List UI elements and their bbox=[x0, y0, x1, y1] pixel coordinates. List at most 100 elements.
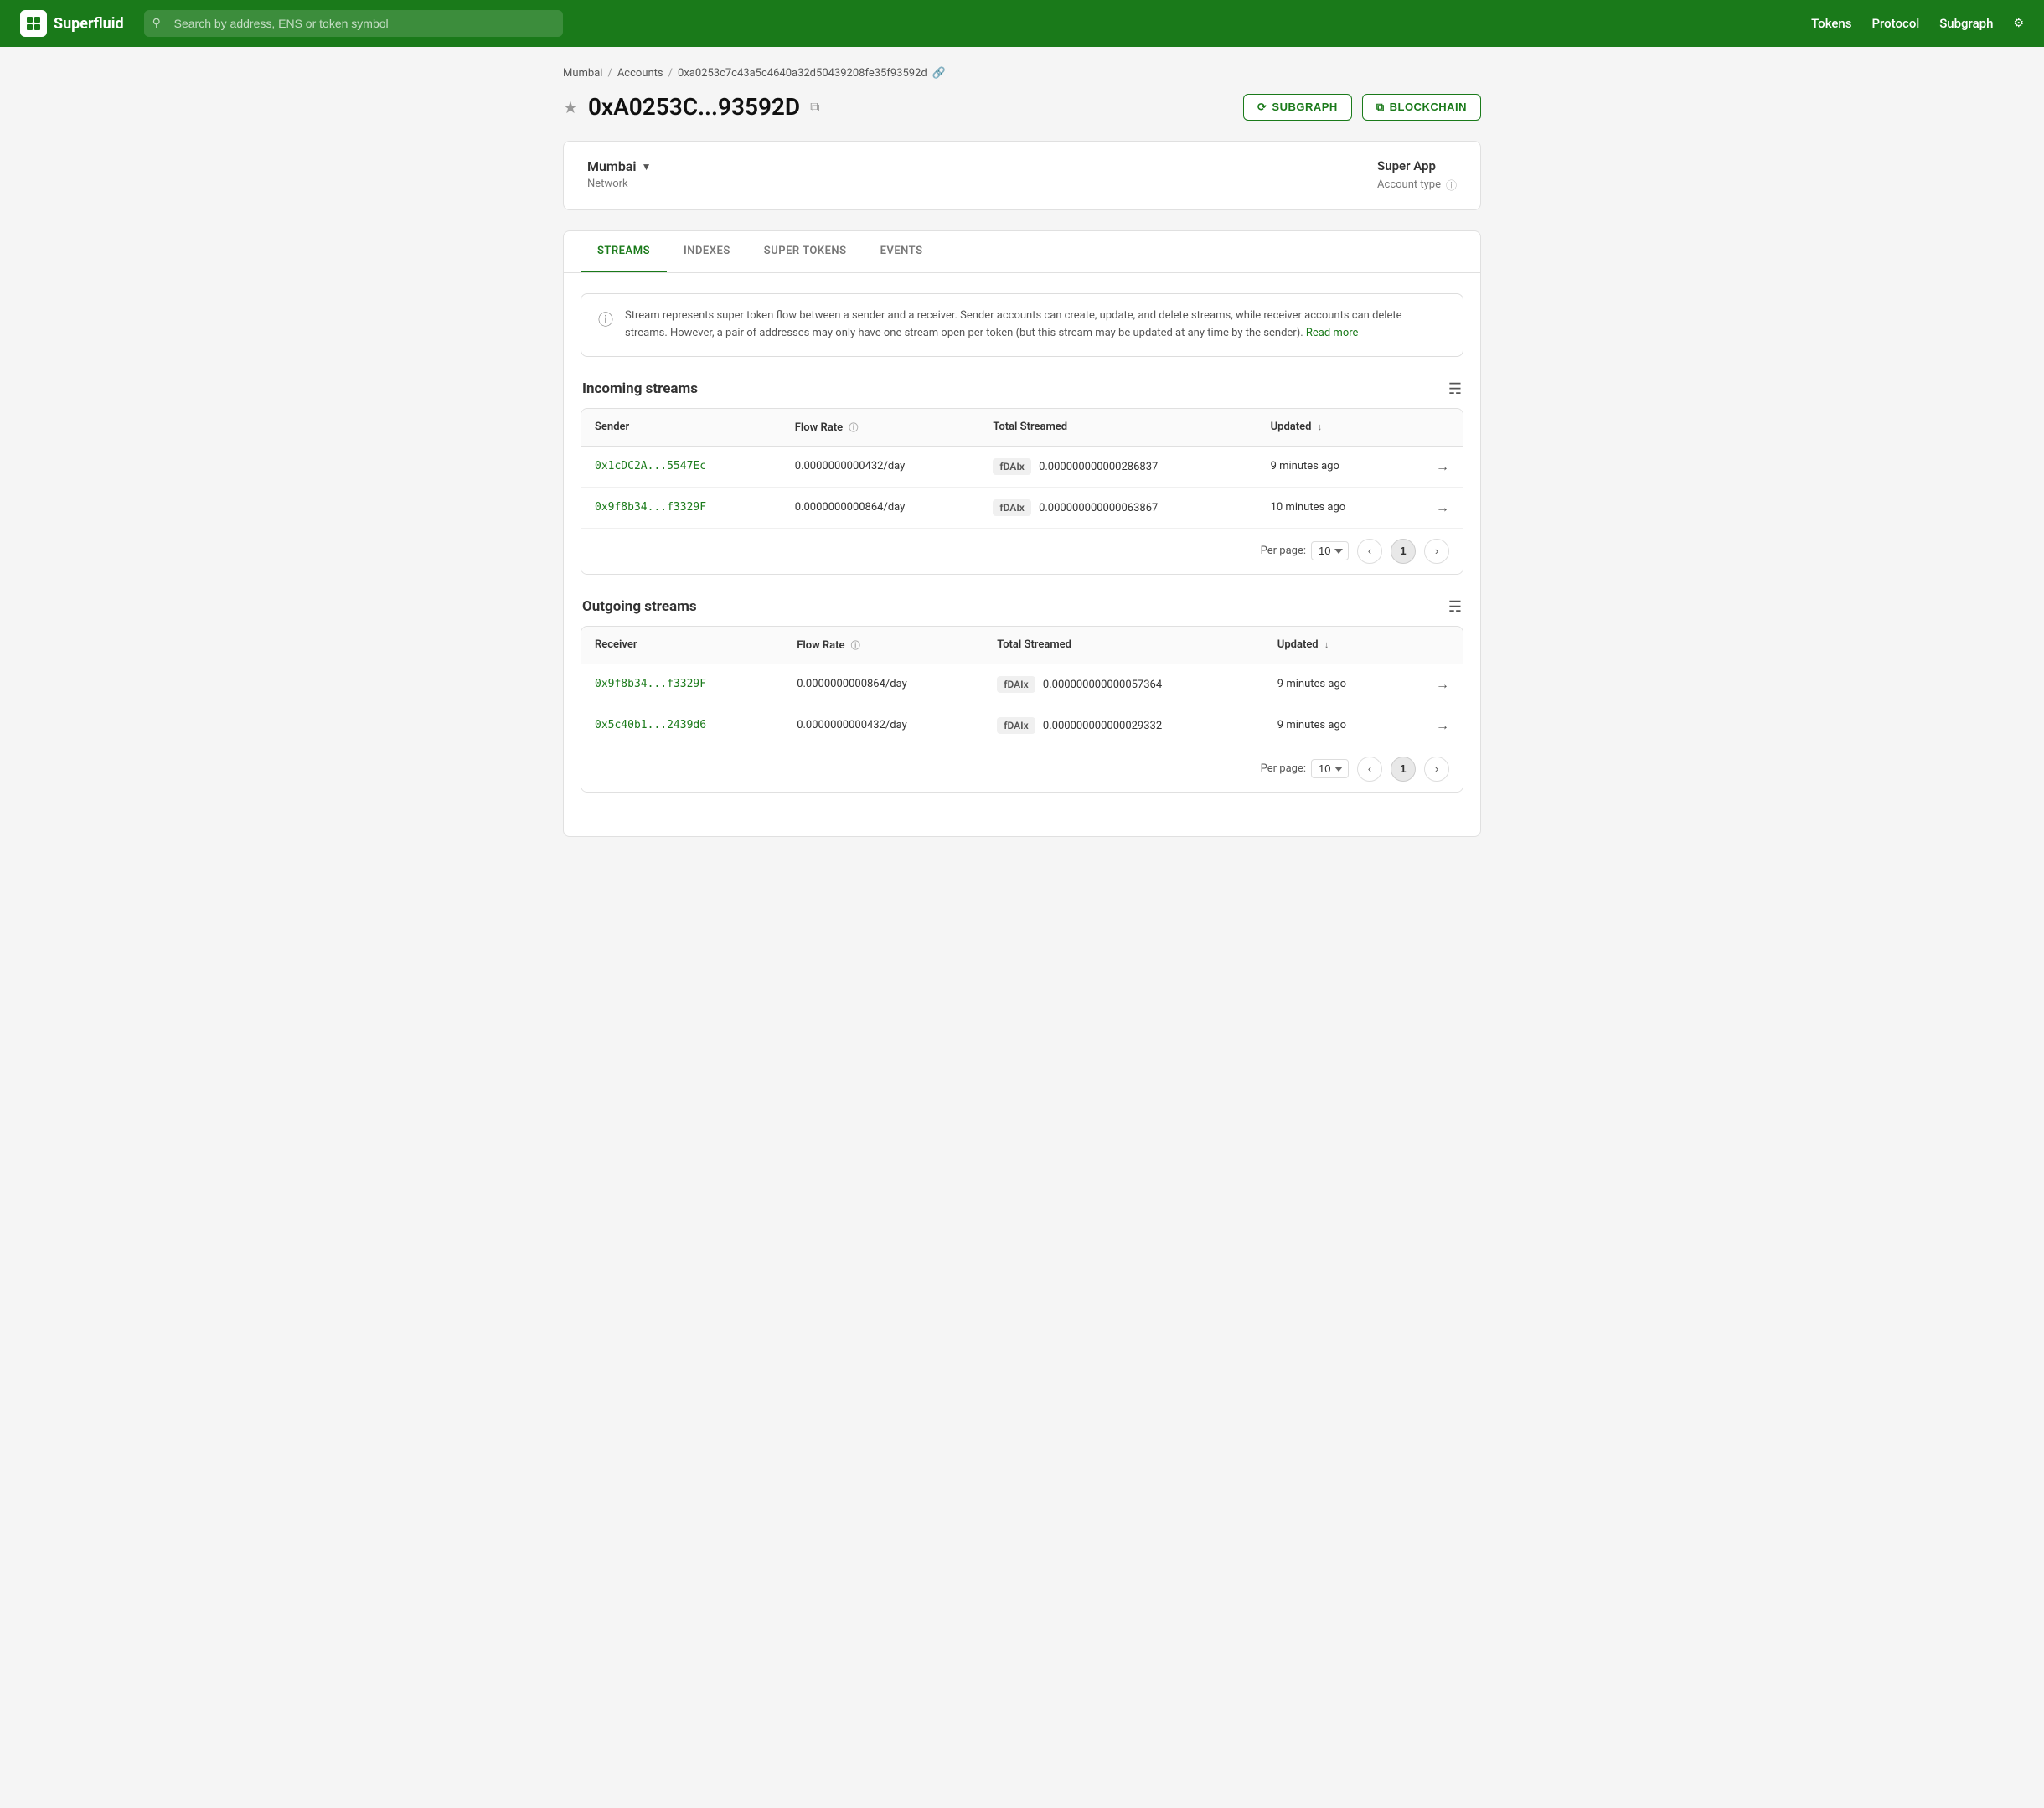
tab-super-tokens[interactable]: SUPER TOKENS bbox=[747, 231, 864, 272]
tabs-container: STREAMS INDEXES SUPER TOKENS EVENTS ⓘ St… bbox=[563, 230, 1481, 837]
tab-indexes[interactable]: INDEXES bbox=[667, 231, 747, 272]
outgoing-receiver-link-0[interactable]: 0x9f8b34...f3329F bbox=[595, 678, 706, 690]
outgoing-token-badge-0: fDAIx bbox=[997, 676, 1035, 693]
network-card: Mumbai ▼ Network Super App Account type … bbox=[563, 141, 1481, 210]
page-title-row: ★ 0xA0253C...93592D ⧉ ⟳ SUBGRAPH ⧉ BLOCK… bbox=[563, 93, 1481, 121]
external-link-icon: ⧉ bbox=[1376, 101, 1385, 114]
outgoing-col-total: Total Streamed bbox=[983, 627, 1264, 664]
outgoing-token-badge-1: fDAIx bbox=[997, 717, 1035, 734]
outgoing-sort-icon[interactable]: ↓ bbox=[1324, 639, 1329, 650]
incoming-sender-link-1[interactable]: 0x9f8b34...f3329F bbox=[595, 501, 706, 514]
network-name: Mumbai bbox=[587, 158, 637, 174]
info-box-text: Stream represents super token flow betwe… bbox=[625, 307, 1446, 343]
tab-content-streams: ⓘ Stream represents super token flow bet… bbox=[564, 273, 1480, 836]
incoming-streams-title: Incoming streams bbox=[582, 380, 698, 397]
settings-icon[interactable]: ⚙ bbox=[2013, 17, 2024, 30]
outgoing-next-page[interactable]: › bbox=[1424, 757, 1449, 782]
incoming-arrow-1[interactable]: → bbox=[1405, 487, 1463, 528]
incoming-flowrate-1: 0.0000000000864/day bbox=[782, 487, 980, 528]
tab-events[interactable]: EVENTS bbox=[864, 231, 940, 272]
nav-subgraph[interactable]: Subgraph bbox=[1939, 16, 1993, 31]
outgoing-table-header-row: Receiver Flow Rate ⓘ Total Streamed Upda… bbox=[581, 627, 1463, 664]
outgoing-receiver-0: 0x9f8b34...f3329F bbox=[581, 664, 783, 705]
outgoing-updated-0: 9 minutes ago bbox=[1264, 664, 1404, 705]
account-type-section: Super App Account type ⓘ bbox=[1377, 158, 1457, 193]
logo-box bbox=[20, 10, 47, 37]
outgoing-streams-header: Outgoing streams ☴ bbox=[581, 598, 1463, 616]
outgoing-streams-section: Outgoing streams ☴ Receiver Flow Rate ⓘ bbox=[581, 598, 1463, 793]
flowrate-info-icon[interactable]: ⓘ bbox=[849, 422, 858, 433]
outgoing-prev-page[interactable]: ‹ bbox=[1357, 757, 1382, 782]
nav-protocol[interactable]: Protocol bbox=[1871, 16, 1919, 31]
outgoing-total-1: fDAIx 0.000000000000029332 bbox=[983, 705, 1264, 746]
outgoing-streams-table-wrapper: Receiver Flow Rate ⓘ Total Streamed Upda… bbox=[581, 626, 1463, 793]
incoming-streams-tbody: 0x1cDC2A...5547Ec 0.0000000000432/day fD… bbox=[581, 446, 1463, 528]
outgoing-streams-table: Receiver Flow Rate ⓘ Total Streamed Upda… bbox=[581, 627, 1463, 746]
incoming-prev-page[interactable]: ‹ bbox=[1357, 539, 1382, 564]
copy-icon[interactable]: ⧉ bbox=[810, 99, 819, 116]
search-input[interactable] bbox=[144, 10, 563, 37]
incoming-streams-table: Sender Flow Rate ⓘ Total Streamed Update… bbox=[581, 409, 1463, 528]
search-bar: ⚲ bbox=[144, 10, 563, 37]
outgoing-page-1[interactable]: 1 bbox=[1391, 757, 1416, 782]
breadcrumb-section[interactable]: Accounts bbox=[617, 67, 663, 80]
incoming-sort-icon[interactable]: ↓ bbox=[1318, 421, 1323, 432]
incoming-sender-link-0[interactable]: 0x1cDC2A...5547Ec bbox=[595, 460, 706, 473]
incoming-arrow-0[interactable]: → bbox=[1405, 446, 1463, 487]
outgoing-per-page-select[interactable]: 10 25 50 bbox=[1311, 759, 1349, 778]
outgoing-per-page-label: Per page: bbox=[1261, 762, 1306, 775]
incoming-total-0: fDAIx 0.000000000000286837 bbox=[979, 446, 1257, 487]
read-more-link[interactable]: Read more bbox=[1306, 327, 1359, 339]
breadcrumb-address: 0xa0253c7c43a5c4640a32d50439208fe35f9359… bbox=[678, 67, 927, 80]
outgoing-receiver-1: 0x5c40b1...2439d6 bbox=[581, 705, 783, 746]
breadcrumb: Mumbai / Accounts / 0xa0253c7c43a5c4640a… bbox=[563, 67, 1481, 80]
network-name-row: Mumbai ▼ bbox=[587, 158, 1210, 174]
tab-streams[interactable]: STREAMS bbox=[581, 231, 667, 272]
info-box-icon: ⓘ bbox=[598, 308, 613, 343]
outgoing-col-action bbox=[1404, 627, 1463, 664]
chain-link-icon[interactable]: 🔗 bbox=[932, 67, 946, 80]
incoming-col-updated: Updated ↓ bbox=[1257, 409, 1405, 447]
subgraph-button[interactable]: ⟳ SUBGRAPH bbox=[1243, 94, 1352, 121]
outgoing-total-0: fDAIx 0.000000000000057364 bbox=[983, 664, 1264, 705]
header: Superfluid ⚲ Tokens Protocol Subgraph ⚙ bbox=[0, 0, 2044, 47]
outgoing-arrow-0[interactable]: → bbox=[1404, 664, 1463, 705]
subgraph-icon: ⟳ bbox=[1257, 101, 1267, 114]
page-title: 0xA0253C...93592D bbox=[588, 93, 800, 121]
nav-tokens[interactable]: Tokens bbox=[1811, 16, 1851, 31]
network-dropdown-icon[interactable]: ▼ bbox=[642, 161, 652, 173]
outgoing-arrow-1[interactable]: → bbox=[1404, 705, 1463, 746]
incoming-sender-0: 0x1cDC2A...5547Ec bbox=[581, 446, 782, 487]
account-type-info-icon[interactable]: ⓘ bbox=[1446, 177, 1457, 193]
incoming-per-page-select[interactable]: 10 25 50 bbox=[1311, 541, 1349, 560]
tabs-header: STREAMS INDEXES SUPER TOKENS EVENTS bbox=[564, 231, 1480, 273]
incoming-filter-icon[interactable]: ☴ bbox=[1448, 380, 1462, 398]
outgoing-updated-1: 9 minutes ago bbox=[1264, 705, 1404, 746]
outgoing-col-updated: Updated ↓ bbox=[1264, 627, 1404, 664]
incoming-col-total: Total Streamed bbox=[979, 409, 1257, 447]
incoming-col-action bbox=[1405, 409, 1463, 447]
incoming-streams-header: Incoming streams ☴ bbox=[581, 380, 1463, 398]
outgoing-col-flowrate: Flow Rate ⓘ bbox=[783, 627, 983, 664]
outgoing-filter-icon[interactable]: ☴ bbox=[1448, 598, 1462, 616]
info-box: ⓘ Stream represents super token flow bet… bbox=[581, 293, 1463, 357]
incoming-next-page[interactable]: › bbox=[1424, 539, 1449, 564]
star-icon[interactable]: ★ bbox=[563, 97, 578, 117]
main-content: Mumbai / Accounts / 0xa0253c7c43a5c4640a… bbox=[536, 47, 1508, 857]
outgoing-col-receiver: Receiver bbox=[581, 627, 783, 664]
account-type-value: Super App bbox=[1377, 158, 1457, 173]
incoming-sender-1: 0x9f8b34...f3329F bbox=[581, 487, 782, 528]
search-icon: ⚲ bbox=[152, 17, 161, 30]
logo: Superfluid bbox=[20, 10, 124, 37]
nav: Tokens Protocol Subgraph ⚙ bbox=[1811, 16, 2024, 31]
network-label: Network bbox=[587, 178, 1210, 190]
breadcrumb-network[interactable]: Mumbai bbox=[563, 67, 602, 80]
outgoing-flowrate-info-icon[interactable]: ⓘ bbox=[851, 640, 860, 651]
outgoing-receiver-link-1[interactable]: 0x5c40b1...2439d6 bbox=[595, 719, 706, 731]
incoming-streams-section: Incoming streams ☴ Sender Flow Rate ⓘ bbox=[581, 380, 1463, 575]
outgoing-pagination: Per page: 10 25 50 ‹ 1 › bbox=[581, 746, 1463, 792]
incoming-page-1[interactable]: 1 bbox=[1391, 539, 1416, 564]
blockchain-button[interactable]: ⧉ BLOCKCHAIN bbox=[1362, 94, 1481, 121]
logo-text: Superfluid bbox=[54, 15, 124, 33]
outgoing-streams-title: Outgoing streams bbox=[582, 598, 697, 615]
